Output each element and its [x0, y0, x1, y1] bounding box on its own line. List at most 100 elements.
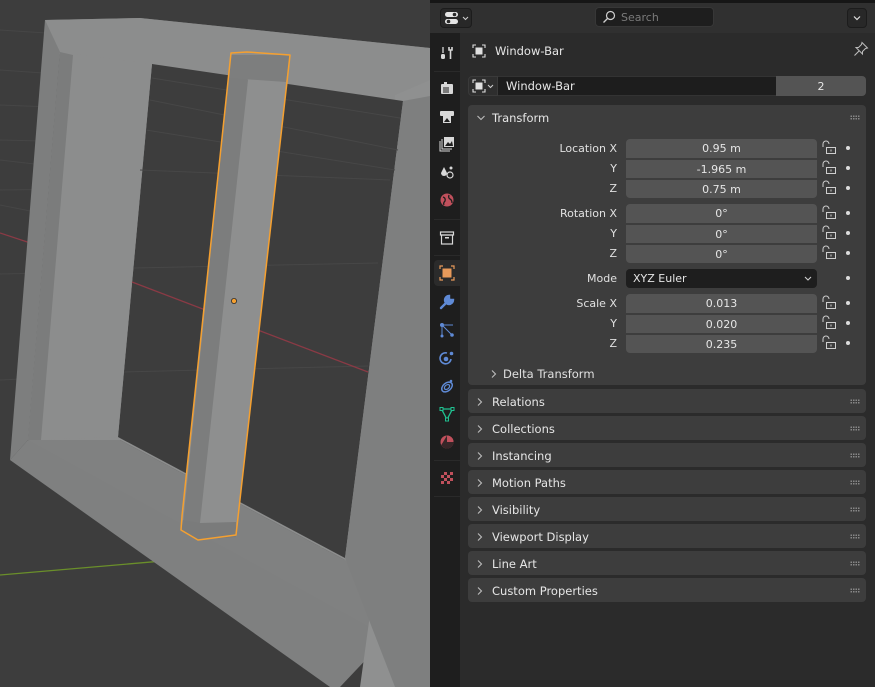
drag-grip-icon[interactable] [850, 426, 860, 431]
tab-collection[interactable] [434, 225, 460, 251]
location-y-field[interactable]: -1.965 m [626, 159, 817, 178]
rotation-mode-select[interactable]: XYZ Euler [626, 269, 817, 288]
tab-data[interactable] [434, 401, 460, 427]
lock-icon[interactable] [821, 335, 837, 351]
tab-particles[interactable] [434, 317, 460, 343]
tab-output[interactable] [434, 103, 460, 129]
tab-object[interactable] [434, 260, 460, 286]
object-name-field[interactable]: Window-Bar [498, 76, 776, 96]
drag-grip-icon[interactable] [850, 561, 860, 566]
keyframe-dot[interactable] [846, 186, 850, 190]
lock-icon[interactable] [821, 225, 837, 241]
rotation-z-label: Z [609, 247, 617, 260]
scale-y-field[interactable]: 0.020 [626, 314, 817, 333]
search-input[interactable] [621, 10, 711, 24]
search-field[interactable] [595, 7, 714, 27]
lock-icon[interactable] [821, 205, 837, 221]
object-icon [472, 44, 486, 58]
rotation-x-field[interactable]: 0° [626, 204, 817, 223]
tab-tool[interactable] [434, 40, 460, 66]
chevron-right-icon [477, 559, 483, 568]
delta-transform-subpanel[interactable]: Delta Transform [490, 364, 595, 383]
tab-material[interactable] [434, 429, 460, 455]
chevron-down-icon [462, 16, 468, 20]
tab-render[interactable] [434, 75, 460, 101]
lock-icon[interactable] [821, 295, 837, 311]
tab-world[interactable] [434, 187, 460, 213]
custom-properties-panel-title: Custom Properties [492, 583, 598, 598]
chevron-right-icon [477, 424, 483, 433]
keyframe-dot[interactable] [846, 231, 850, 235]
tab-constraints[interactable] [434, 373, 460, 399]
collections-panel[interactable]: Collections [468, 416, 866, 440]
collection-icon [439, 231, 455, 245]
motion-paths-panel[interactable]: Motion Paths [468, 470, 866, 494]
drag-grip-icon[interactable] [850, 115, 860, 120]
scale-x-label: Scale X [576, 297, 617, 310]
properties-content: Window-Bar Window-Bar 2 Transform Locati… [460, 33, 875, 687]
pin-button[interactable] [853, 41, 869, 60]
rotation-z-field[interactable]: 0° [626, 244, 817, 263]
particles-icon [440, 323, 454, 338]
relations-panel[interactable]: Relations [468, 389, 866, 413]
search-icon [603, 10, 616, 23]
drag-grip-icon[interactable] [850, 588, 860, 593]
lock-icon[interactable] [821, 140, 837, 156]
keyframe-dot[interactable] [846, 166, 850, 170]
transform-panel: Transform Location X 0.95 m Y -1.965 m Z… [468, 105, 866, 385]
viewport-display-panel[interactable]: Viewport Display [468, 524, 866, 548]
location-y-label: Y [610, 162, 617, 175]
tab-scene[interactable] [434, 159, 460, 185]
object-name-label: Window-Bar [495, 44, 564, 58]
lock-icon[interactable] [821, 315, 837, 331]
keyframe-dot[interactable] [846, 321, 850, 325]
tab-view-layer[interactable] [434, 131, 460, 157]
visibility-panel[interactable]: Visibility [468, 497, 866, 521]
rotation-y-field[interactable]: 0° [626, 224, 817, 243]
keyframe-dot[interactable] [846, 276, 850, 280]
3d-viewport[interactable] [0, 0, 430, 687]
lock-icon[interactable] [821, 180, 837, 196]
scene-icon [441, 166, 454, 179]
keyframe-dot[interactable] [846, 301, 850, 305]
rotation-y-label: Y [610, 227, 617, 240]
custom-properties-panel[interactable]: Custom Properties [468, 578, 866, 602]
drag-grip-icon[interactable] [850, 507, 860, 512]
mesh-data-icon [439, 407, 455, 422]
lock-icon[interactable] [821, 160, 837, 176]
drag-grip-icon[interactable] [850, 453, 860, 458]
drag-grip-icon[interactable] [850, 480, 860, 485]
instancing-panel[interactable]: Instancing [468, 443, 866, 467]
keyframe-dot[interactable] [846, 146, 850, 150]
user-count-button[interactable]: 2 [776, 76, 866, 96]
chevron-down-icon [853, 16, 861, 21]
transform-panel-header[interactable]: Transform [468, 105, 866, 130]
scale-x-field[interactable]: 0.013 [626, 294, 817, 313]
chevron-right-icon [477, 505, 483, 514]
editor-type-button[interactable] [440, 8, 472, 28]
browse-object-button[interactable] [468, 76, 498, 96]
object-icon [439, 265, 455, 281]
object-origin-dot [230, 297, 237, 304]
collections-panel-title: Collections [492, 421, 555, 436]
tab-modifiers[interactable] [434, 289, 460, 315]
physics-icon [439, 351, 454, 365]
keyframe-dot[interactable] [846, 211, 850, 215]
location-x-field[interactable]: 0.95 m [626, 139, 817, 158]
chevron-right-icon [477, 478, 483, 487]
drag-grip-icon[interactable] [850, 534, 860, 539]
lock-icon[interactable] [821, 245, 837, 261]
tab-texture[interactable] [434, 465, 460, 491]
line-art-panel[interactable]: Line Art [468, 551, 866, 575]
tab-physics[interactable] [434, 345, 460, 371]
options-dropdown-button[interactable] [847, 8, 867, 28]
scale-z-field[interactable]: 0.235 [626, 334, 817, 353]
location-z-field[interactable]: 0.75 m [626, 179, 817, 198]
rotation-mode-value: XYZ Euler [633, 272, 687, 285]
instancing-panel-title: Instancing [492, 448, 552, 463]
chevron-down-icon [804, 276, 812, 281]
drag-grip-icon[interactable] [850, 399, 860, 404]
keyframe-dot[interactable] [846, 341, 850, 345]
keyframe-dot[interactable] [846, 251, 850, 255]
delta-transform-label: Delta Transform [503, 366, 595, 381]
